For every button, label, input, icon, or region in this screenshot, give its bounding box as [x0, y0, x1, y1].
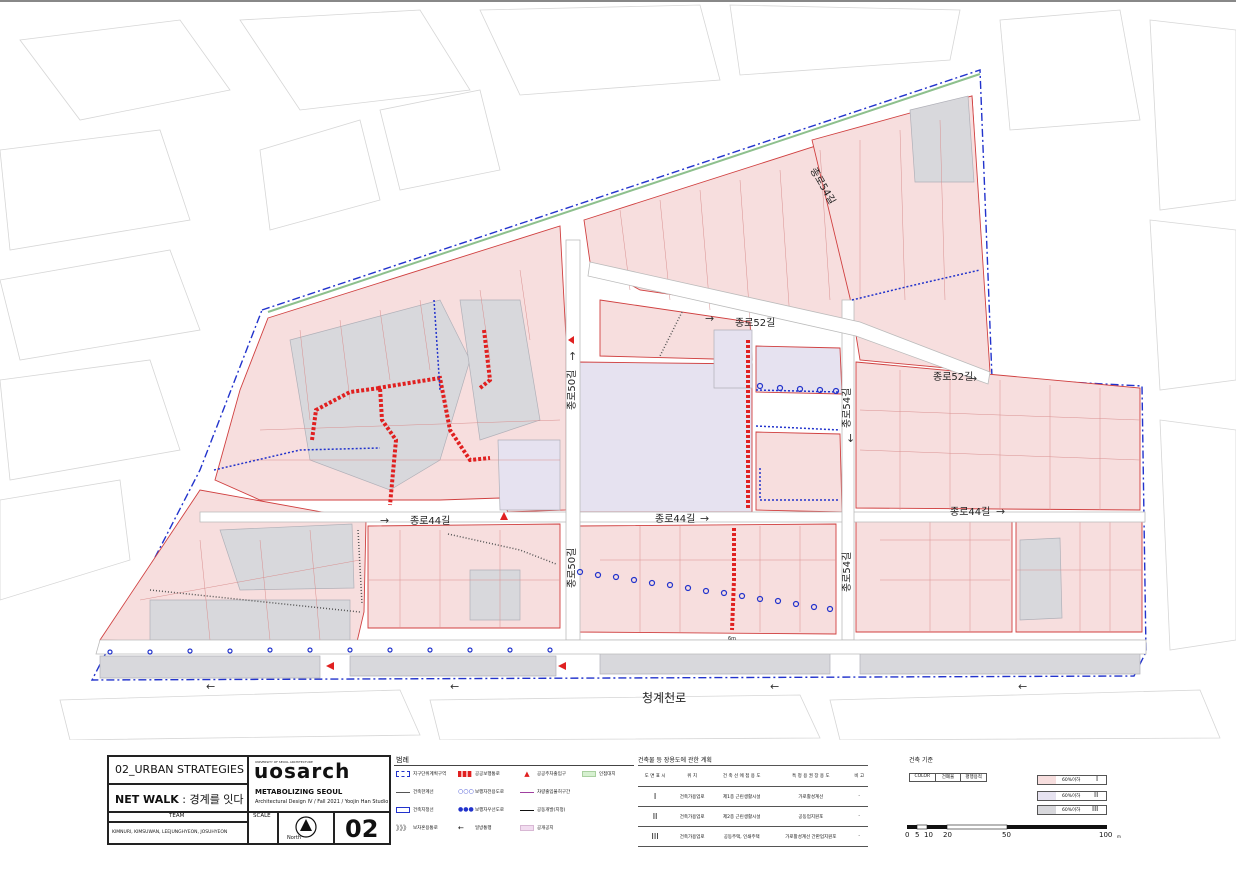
team-label-cell: TEAM	[108, 812, 248, 822]
legend-item-district: 지구단위계획구역	[396, 769, 466, 781]
building-criteria: 건축 기준 COLOR 건폐율 평행용적 60%이하 I 60%이하 II 60…	[905, 755, 1130, 845]
scale-tick-0: 0	[905, 831, 910, 839]
label-jongno50-north: 종로50길	[565, 370, 578, 410]
label-jongno44-west: 종로44길	[410, 514, 450, 527]
team-cell: KIMNURI, KIMSUWAN, LEEJUNGHYEON, JOSUHYE…	[108, 822, 248, 844]
svg-text:→: →	[380, 514, 389, 527]
svg-text:→: →	[705, 312, 714, 325]
table-row: I 건축가용업로 제1종 근린생활시설 가로활성계선 -	[638, 786, 868, 807]
course-subtitle: Architectural Design IV / Fall 2021 / Yo…	[255, 799, 389, 805]
label-cheonggyecheon: 청계천로	[642, 690, 686, 705]
course-title: METABOLIZING SEOUL	[255, 788, 343, 796]
legend-item-building-limit: 건축한계선	[396, 787, 466, 799]
sheet-number-cell: 02	[334, 812, 390, 844]
scale-tick-10: 10	[924, 831, 933, 839]
legend-item-pedestrian-only: ○○○ 보행자전용도로	[458, 788, 504, 796]
north-label: North	[287, 835, 301, 841]
plan-table: 도 면 표 시 위 치 건 축 선 에 접 용 도 특 정 용 권 장 용 도 …	[638, 765, 868, 847]
sheet-number: 02	[345, 815, 379, 843]
north-cell: North	[278, 812, 334, 844]
plan-header-recommended: 특 정 용 권 장 용 도	[771, 765, 851, 787]
label-jongno44-east: 종로44길	[950, 505, 990, 518]
legend-item-one-way: ← 일방통행	[458, 824, 492, 832]
label-jongno54-south: 종로54길	[840, 388, 853, 428]
svg-text:↑: ↑	[568, 350, 577, 363]
svg-text:↓: ↓	[846, 432, 855, 445]
svg-text:→: →	[968, 372, 977, 385]
label-jongno54-south-2: 종로54길	[840, 552, 853, 592]
scale-tick-5: 5	[915, 831, 920, 839]
legend-item-pedestrian-priority: ●●● 보행자우선도로	[458, 806, 504, 814]
scale-tick-50: 50	[1002, 831, 1011, 839]
criteria-title: 건축 기준	[909, 757, 933, 764]
project-cell: NET WALK : 경계를 잇다	[108, 784, 248, 812]
table-row: II 건축가용업로 제2종 근린생활시설 공동업지원포 -	[638, 806, 868, 827]
scale-tick-100: 100	[1099, 831, 1113, 839]
plan-table-title: 건축물 등 장용도에 관한 계획	[638, 757, 712, 764]
label-jongno52-north: 종로52길	[735, 316, 775, 329]
scale-label: SCALE	[253, 813, 271, 819]
svg-text:←: ←	[1018, 680, 1027, 693]
legend-item-parking-entrance: ▲ 공공주차출입구	[524, 770, 566, 778]
legend-item-adjacent-lot: 인접대지	[582, 769, 634, 781]
plan-header-use: 건 축 선 에 접 용 도	[712, 765, 772, 787]
svg-text:←: ←	[450, 680, 459, 693]
scale-unit: m	[1117, 834, 1121, 839]
project-title-bold: NET WALK	[115, 793, 179, 806]
project-title-sep: :	[178, 793, 190, 806]
criteria-header: COLOR 건폐율 평행용적	[909, 773, 987, 782]
scale-bar	[907, 824, 1107, 830]
logo: uosarch	[254, 759, 351, 783]
plan-header-mark: 도 면 표 시	[638, 765, 673, 787]
svg-text:←: ←	[206, 680, 215, 693]
section-cell: 02_URBAN STRATEGIES	[108, 756, 248, 784]
label-jongno44-mid: 종로44길	[655, 512, 695, 525]
team-members: KIMNURI, KIMSUWAN, LEEJUNGHYEON, JOSUHYE…	[112, 830, 228, 835]
svg-text:←: ←	[770, 680, 779, 693]
legend-item-shared-road: 》》》 보차혼용통로	[396, 824, 438, 832]
logo-cell: UNIVERSITY OF SEOUL ARCHITECTURE uosarch…	[248, 756, 390, 812]
criteria-row-3: 60%이하 III	[1037, 805, 1107, 815]
legend: 범례 지구단위계획구역 공공보행통로 ▲ 공공주차출입구 인접대지 건축한계선 …	[394, 755, 634, 845]
scale-cell: SCALE	[248, 812, 278, 844]
legend-item-no-vehicle: 차량출입불허구간	[520, 787, 590, 799]
criteria-row-2: 60%이하 II	[1037, 791, 1107, 801]
scale-tick-20: 20	[943, 831, 952, 839]
legend-item-building-line: 건축지정선	[396, 805, 466, 817]
label-6m: 6m	[728, 636, 736, 642]
site-map: → 종로52길 종로52길 → 종로54길 종로54길 종로54길 종로50길 …	[0, 0, 1236, 740]
plan-header-location: 위 치	[672, 765, 713, 787]
legend-title: 범례	[396, 756, 409, 764]
project-title-korean: 경계를 잇다	[189, 793, 244, 806]
section-title: 02_URBAN STRATEGIES	[115, 763, 244, 776]
svg-text:→: →	[996, 505, 1005, 518]
label-jongno50-south: 종로50길	[565, 548, 578, 588]
plan-header-note: 비 고	[850, 765, 868, 787]
criteria-row-1: 60%이하 I	[1037, 775, 1107, 785]
team-label: TEAM	[169, 813, 185, 819]
svg-text:→: →	[700, 512, 709, 525]
table-row: III 건축가용업로 공동주택, 인쇄주택 가로활성계선 간판업지원포 -	[638, 826, 868, 847]
legend-item-public-passage: 공공보행통로	[458, 769, 528, 781]
legend-item-joint-development: 공동개발(지정)	[520, 805, 590, 817]
title-block: 02_URBAN STRATEGIES NET WALK : 경계를 잇다 TE…	[107, 755, 391, 845]
use-plan-table: 건축물 등 장용도에 관한 계획 도 면 표 시 위 치 건 축 선 에 접 용…	[638, 755, 868, 847]
legend-item-open-space: 공개공지	[520, 823, 590, 835]
